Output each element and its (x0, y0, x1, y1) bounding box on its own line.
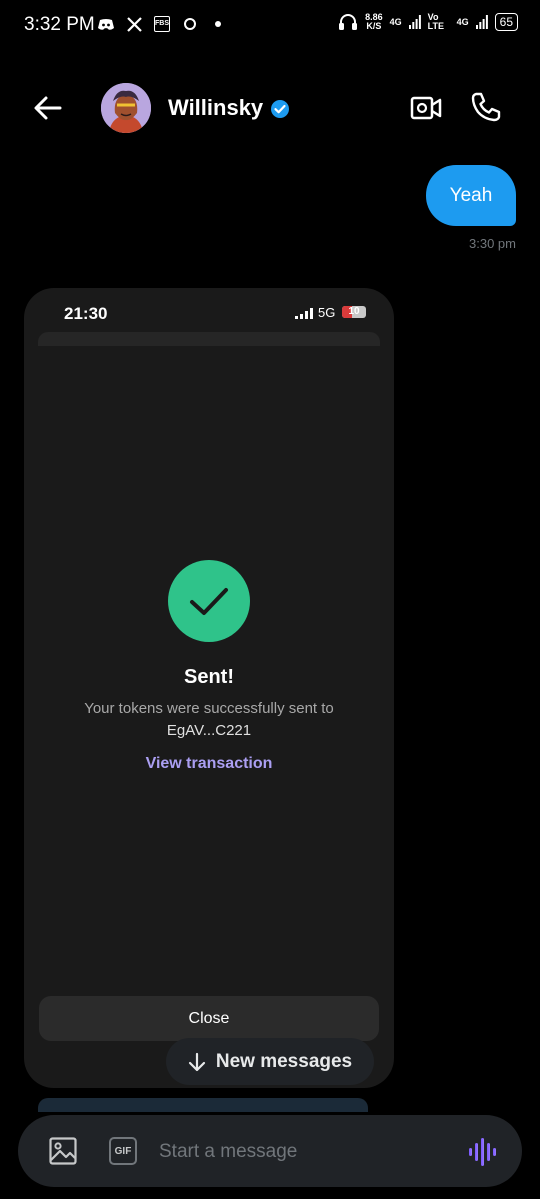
battery-indicator: 65 (494, 13, 518, 31)
network-speed: 8.86 K/S (365, 12, 383, 31)
new-messages-label: New messages (215, 1050, 353, 1072)
attached-battery-indicator: 10 (342, 306, 366, 318)
voice-call-button[interactable] (470, 91, 502, 123)
add-image-button[interactable] (48, 1136, 78, 1166)
view-transaction-link[interactable]: View transaction (24, 755, 394, 773)
gif-button[interactable]: GIF (109, 1137, 137, 1165)
success-check-icon (168, 560, 250, 642)
arrow-left-icon (34, 96, 62, 120)
success-title: Sent! (184, 666, 234, 688)
headphones-icon (339, 14, 358, 30)
signal-icon-2 (475, 15, 488, 29)
video-camera-icon (410, 96, 442, 120)
attached-network-type: 5G (318, 305, 336, 320)
message-timestamp: 3:30 pm (469, 236, 516, 251)
attached-status-time: 21:30 (64, 304, 108, 323)
sync-icon (181, 15, 199, 33)
signal-icon-1 (408, 15, 421, 29)
back-button[interactable] (32, 92, 64, 124)
more-notifications-icon (209, 15, 227, 33)
notification-icons: FBS (97, 15, 227, 33)
system-status: 8.86 K/S 4G Vo LTE 4G 65 (338, 13, 518, 31)
close-button[interactable]: Close (39, 996, 379, 1041)
recipient-address: EgAV...C221 (166, 722, 252, 739)
attached-signal-icon (295, 308, 313, 319)
success-description: Your tokens were successfully sent to Eg… (24, 698, 394, 742)
voice-message-button[interactable] (466, 1136, 500, 1168)
status-time: 3:32 PM (24, 14, 95, 35)
arrow-down-icon (188, 1052, 205, 1071)
volte-label: Vo LTE (427, 12, 444, 31)
sound-wave-icon (469, 1138, 496, 1166)
fbs-app-icon: FBS (153, 15, 171, 33)
x-app-icon (125, 15, 143, 33)
sheet-top-edge (38, 332, 380, 346)
message-input[interactable] (159, 1138, 449, 1166)
network-type-2: 4G (456, 16, 469, 27)
video-call-button[interactable] (410, 92, 442, 124)
message-bubble[interactable]: Yeah (426, 165, 516, 226)
attached-image[interactable]: 21:30 5G 10 Sent! Your tokens were succe… (24, 288, 394, 1088)
verified-badge-icon (270, 99, 290, 119)
image-icon (49, 1137, 77, 1165)
network-type-1: 4G (389, 16, 402, 27)
new-messages-button[interactable]: New messages (166, 1038, 374, 1085)
discord-icon (97, 15, 115, 33)
avatar[interactable] (101, 83, 151, 133)
contact-name[interactable]: Willinsky (168, 95, 263, 121)
phone-icon (471, 92, 501, 122)
next-attachment-preview (38, 1098, 368, 1112)
